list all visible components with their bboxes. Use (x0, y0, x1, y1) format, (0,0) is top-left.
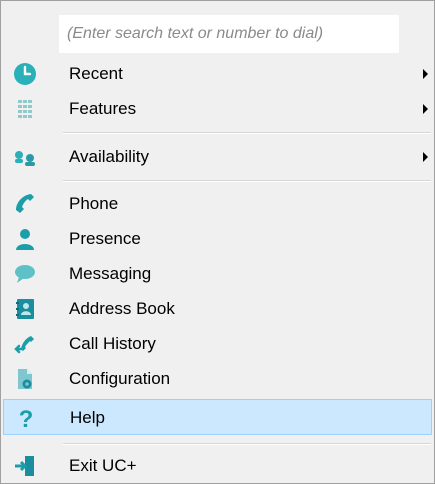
menu-item-label: Presence (69, 229, 141, 248)
menu-separator (63, 180, 431, 182)
submenu-arrow-icon (423, 152, 428, 162)
menu-item-help[interactable]: ? Help (3, 399, 432, 435)
menu-item-label: Call History (69, 334, 156, 353)
svg-text:?: ? (19, 406, 34, 430)
menu-item-recent[interactable]: Recent (3, 56, 432, 92)
configuration-icon (18, 369, 32, 389)
menu-item-call-history[interactable]: Call History (3, 326, 432, 362)
menu-item-messaging[interactable]: Messaging (3, 256, 432, 292)
address-book-icon (16, 299, 34, 319)
search-input[interactable] (59, 15, 399, 53)
menu-item-presence[interactable]: Presence (3, 221, 432, 257)
context-menu: Recent Features Availability (0, 0, 435, 484)
menu-item-availability[interactable]: Availability (3, 139, 432, 175)
clock-icon (14, 63, 36, 85)
menu-item-label: Help (70, 408, 105, 427)
submenu-arrow-icon (423, 69, 428, 79)
menu-item-address-book[interactable]: Address Book (3, 291, 432, 327)
menu-item-features[interactable]: Features (3, 91, 432, 127)
keypad-icon (18, 100, 32, 118)
exit-door-icon (15, 456, 34, 476)
menu-item-label: Exit UC+ (69, 456, 137, 475)
menu-item-label: Availability (69, 147, 150, 166)
call-history-icon (14, 336, 34, 354)
menu-item-phone[interactable]: Phone (3, 186, 432, 222)
menu-item-label: Messaging (69, 264, 152, 283)
menu-item-label: Phone (69, 194, 119, 213)
availability-icon (15, 151, 35, 166)
phone-icon (16, 194, 34, 213)
submenu-arrow-icon (423, 104, 428, 114)
menu-item-label: Configuration (69, 369, 171, 388)
menu-separator (63, 443, 431, 445)
chat-bubble-icon (15, 265, 35, 283)
menu-item-configuration[interactable]: Configuration (3, 361, 432, 397)
person-icon (16, 229, 34, 250)
question-mark-icon: ? (19, 406, 34, 430)
menu-item-label: Recent (69, 64, 123, 83)
menu-item-label: Features (69, 99, 137, 118)
menu-separator (63, 132, 431, 134)
menu-item-label: Address Book (69, 299, 175, 318)
menu-item-exit[interactable]: Exit UC+ (3, 448, 432, 484)
